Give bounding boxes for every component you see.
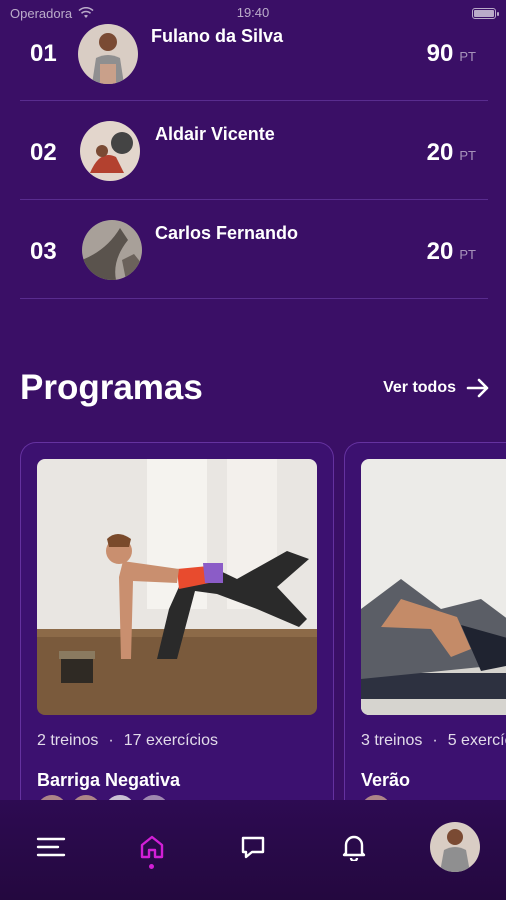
program-image xyxy=(37,459,317,715)
nav-menu[interactable] xyxy=(23,819,79,875)
program-treinos: 3 treinos xyxy=(361,732,423,749)
ranking-row[interactable]: 02 Aldair Vicente 20 PT xyxy=(20,101,488,200)
points-unit: PT xyxy=(459,148,476,163)
user-name: Aldair Vicente xyxy=(155,124,275,144)
arrow-right-icon xyxy=(466,378,489,398)
points-unit: PT xyxy=(459,49,476,64)
nav-profile[interactable] xyxy=(427,819,483,875)
program-treinos: 2 treinos xyxy=(37,732,99,749)
section-title: Programas xyxy=(20,368,203,407)
program-image xyxy=(361,459,506,715)
program-card[interactable]: 2 treinos · 17 exercícios Barriga Negati… xyxy=(20,442,334,802)
user-name: Carlos Fernando xyxy=(155,223,299,243)
meta-separator: · xyxy=(432,732,438,749)
program-card[interactable]: 3 treinos · 5 exercícios Verão xyxy=(344,442,506,802)
points-unit: PT xyxy=(459,247,476,262)
rank-position: 01 xyxy=(30,40,57,67)
avatar xyxy=(78,24,138,84)
nav-chat[interactable] xyxy=(225,819,281,875)
program-exercicios: 5 exercícios xyxy=(447,732,506,749)
program-name: Barriga Negativa xyxy=(37,770,181,790)
program-exercicios: 17 exercícios xyxy=(123,732,218,749)
chat-icon xyxy=(241,836,265,859)
see-all-label: Ver todos xyxy=(383,379,456,396)
home-icon xyxy=(140,835,163,859)
menu-icon xyxy=(36,837,65,857)
avatar xyxy=(82,220,142,280)
program-name: Verão xyxy=(361,770,411,790)
programs-carousel[interactable]: 2 treinos · 17 exercícios Barriga Negati… xyxy=(20,442,506,802)
see-all-link[interactable]: Ver todos xyxy=(383,378,490,398)
bell-icon xyxy=(342,835,366,861)
active-indicator xyxy=(149,864,155,869)
avatar xyxy=(80,121,140,181)
programs-header: Programas Ver todos xyxy=(20,366,490,410)
rank-position: 02 xyxy=(30,139,57,166)
points-value: 20 xyxy=(426,139,454,166)
nav-home[interactable] xyxy=(124,819,180,875)
ranking-row[interactable]: 03 Carlos Fernando 20 PT xyxy=(20,200,488,299)
rank-position: 03 xyxy=(30,238,57,265)
points: 20 PT xyxy=(427,238,476,266)
points-value: 90 xyxy=(426,40,454,67)
points: 90 PT xyxy=(427,40,476,68)
points-value: 20 xyxy=(426,238,454,265)
ranking-row[interactable]: 01 Fulano da Silva 90 PT xyxy=(20,2,488,101)
program-meta: 3 treinos · 5 exercícios xyxy=(361,732,506,750)
profile-avatar xyxy=(430,822,481,872)
nav-notifications[interactable] xyxy=(326,819,382,875)
program-meta: 2 treinos · 17 exercícios xyxy=(37,732,218,750)
user-name: Fulano da Silva xyxy=(151,26,284,46)
bottom-nav xyxy=(0,800,506,900)
points: 20 PT xyxy=(427,139,476,167)
meta-separator: · xyxy=(108,732,114,749)
